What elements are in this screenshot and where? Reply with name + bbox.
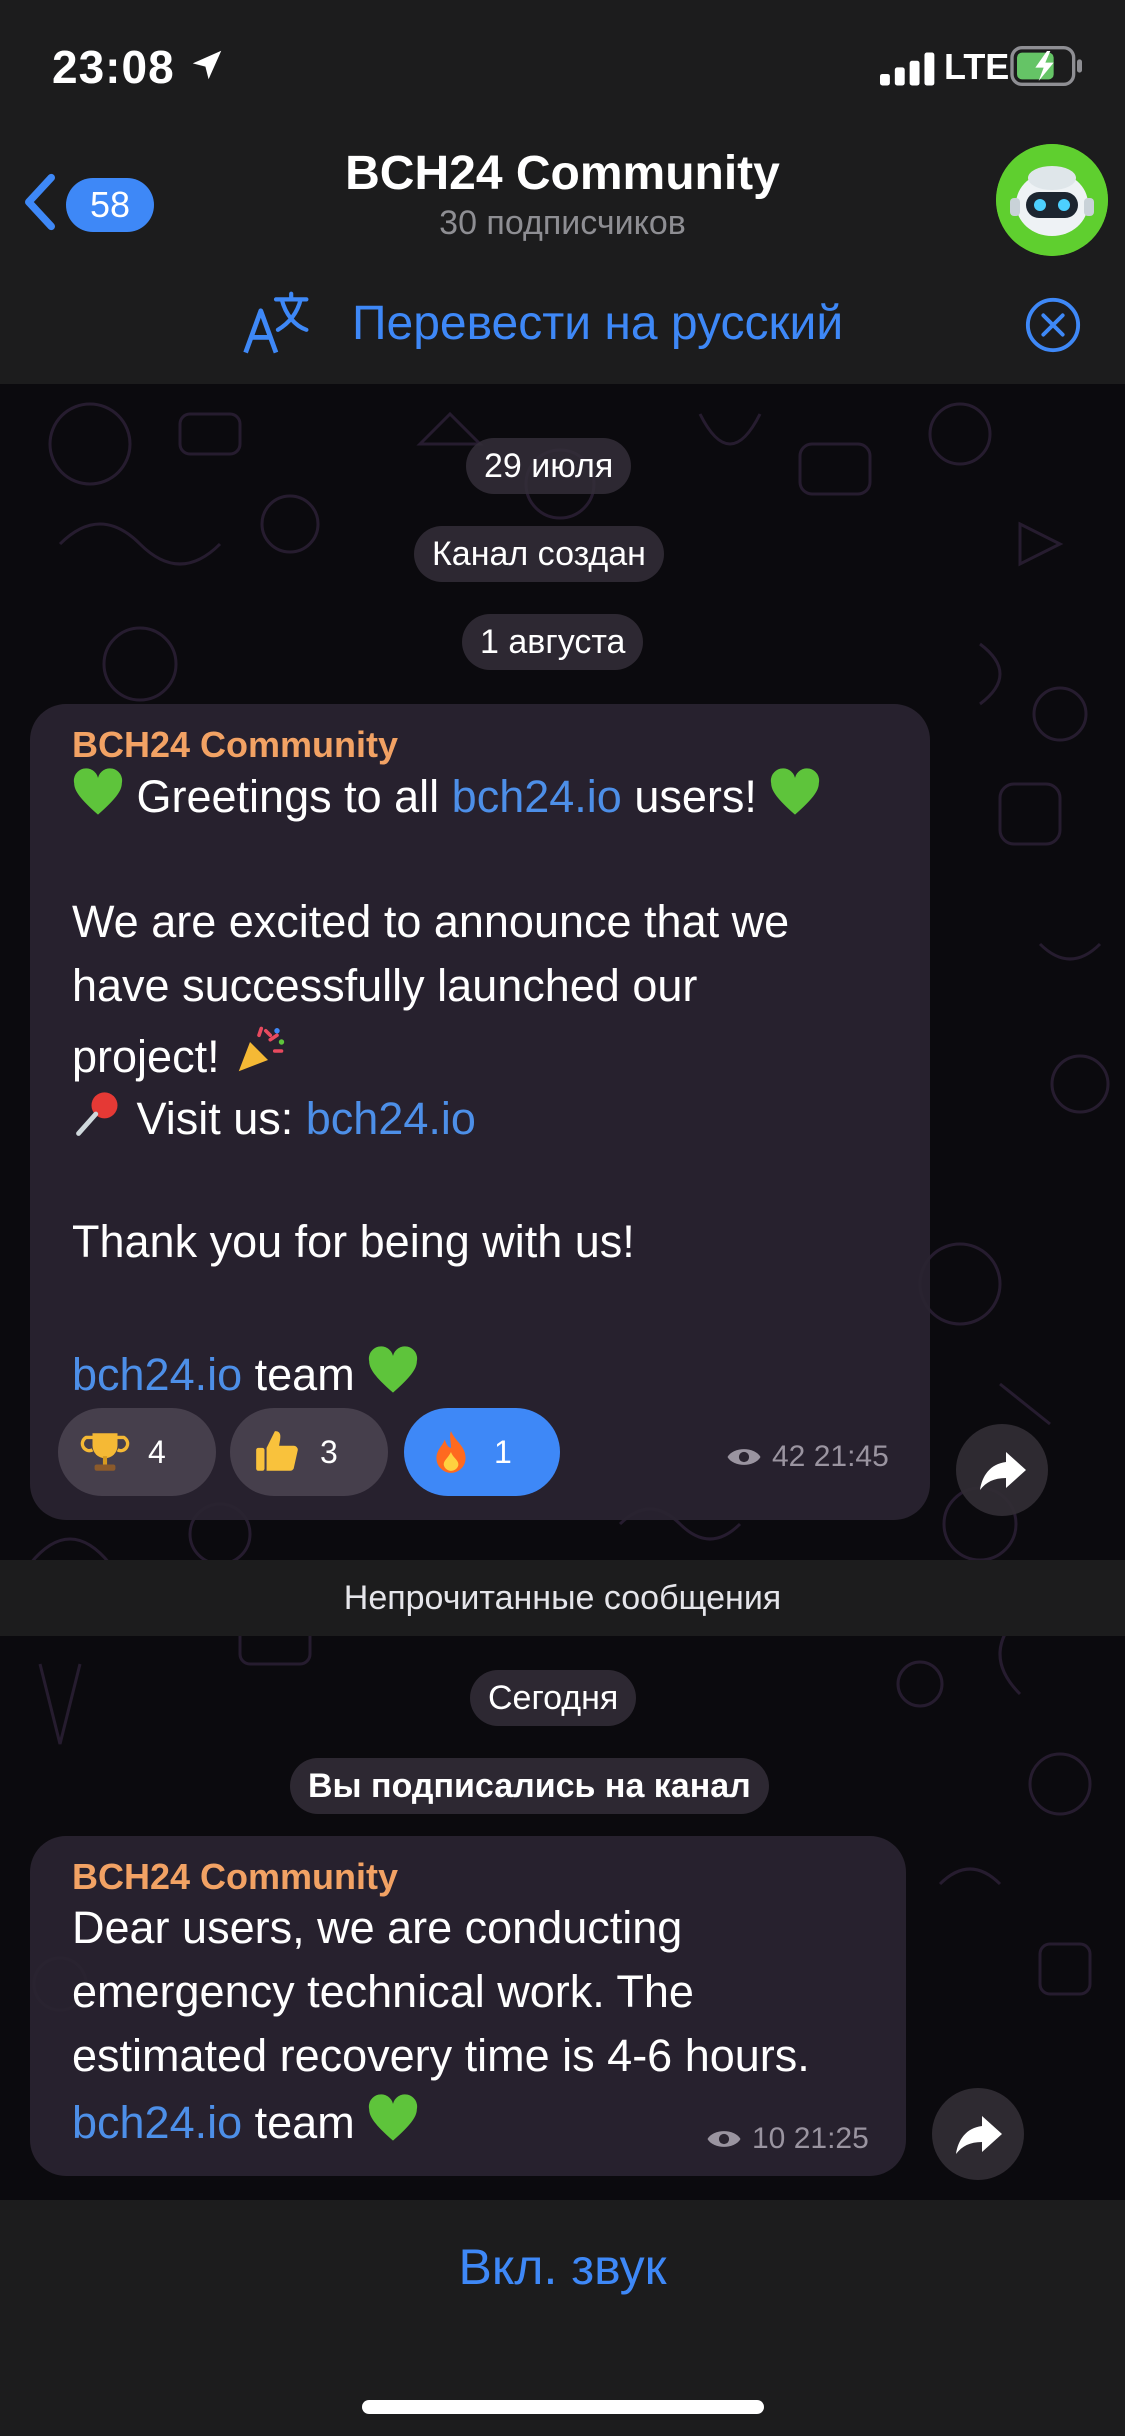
message-text: team xyxy=(242,2097,355,2148)
message-text-line: bch24.io team xyxy=(72,1346,419,1401)
green-heart-icon xyxy=(369,2094,418,2141)
share-button[interactable] xyxy=(932,2088,1024,2180)
share-button[interactable] xyxy=(956,1424,1048,1516)
signal-bars-icon xyxy=(880,52,935,86)
date-separator: Сегодня xyxy=(470,1670,637,1726)
reaction-count: 3 xyxy=(320,1433,338,1470)
forward-arrow-icon xyxy=(980,1452,1026,1490)
message-meta: 42 21:45 xyxy=(726,1440,889,1474)
status-bar: 23:08 LTE xyxy=(0,0,1125,140)
channel-avatar[interactable] xyxy=(996,144,1108,256)
status-time: 23:08 xyxy=(52,41,175,93)
link-bch24[interactable]: bch24.io xyxy=(72,2097,242,2148)
unread-messages-divider: Непрочитанные сообщения xyxy=(0,1560,1125,1636)
fire-icon xyxy=(436,1431,466,1473)
battery-charging-icon xyxy=(1010,46,1082,86)
location-arrow-icon xyxy=(192,50,222,80)
home-indicator[interactable] xyxy=(362,2400,764,2414)
message-text: users! xyxy=(621,771,757,822)
message-text: project! xyxy=(72,1031,220,1082)
translate-bar[interactable]: Перевести на русский xyxy=(0,266,1125,384)
message-meta: 10 21:25 xyxy=(706,2122,869,2156)
message-text-line: project! xyxy=(72,1024,286,1083)
bottom-bar: Вкл. звук xyxy=(0,2200,1125,2436)
green-heart-icon xyxy=(369,1346,418,1393)
chat-area[interactable]: 29 июля Канал создан 1 августа BCH24 Com… xyxy=(0,384,1125,2200)
thumbs-up-icon xyxy=(256,1431,298,1471)
link-bch24[interactable]: bch24.io xyxy=(306,1093,476,1144)
reaction-thumbs-up[interactable]: 3 xyxy=(230,1408,388,1496)
reaction-fire[interactable]: 1 xyxy=(404,1408,560,1496)
view-count: 10 xyxy=(752,2122,786,2155)
date-separator: 1 августа xyxy=(462,614,644,670)
translate-label[interactable]: Перевести на русский xyxy=(352,296,843,351)
channel-title[interactable]: BCH24 Community xyxy=(0,146,1125,201)
service-message: Вы подписались на канал xyxy=(290,1758,769,1814)
chat-header: 58 BCH24 Community 30 подписчиков xyxy=(0,140,1125,267)
message-author: BCH24 Community xyxy=(72,1856,399,1897)
reaction-count: 4 xyxy=(148,1433,166,1470)
forward-arrow-icon xyxy=(956,2116,1002,2154)
message-text-line: Dear users, we are conducting xyxy=(72,1902,683,1953)
service-message: Канал создан xyxy=(414,526,664,582)
message-text-line: estimated recovery time is 4-6 hours. xyxy=(72,2030,810,2081)
link-bch24[interactable]: bch24.io xyxy=(72,1349,242,1400)
close-icon[interactable] xyxy=(1024,296,1082,354)
message-text-line: We are excited to announce that we xyxy=(72,896,790,947)
message-text-line: have successfully launched our xyxy=(72,960,698,1011)
message-text: team xyxy=(242,1349,355,1400)
unmute-button[interactable]: Вкл. звук xyxy=(0,2238,1125,2296)
message-bubble[interactable]: BCH24 Community Greetings to all bch24.i… xyxy=(30,704,930,1520)
message-time: 21:25 xyxy=(793,2122,869,2155)
views-eye-icon xyxy=(727,1449,761,1465)
party-popper-icon xyxy=(238,1026,285,1072)
reaction-trophy[interactable]: 4 xyxy=(58,1408,216,1496)
message-text-line: Visit us: bch24.io xyxy=(72,1088,476,1145)
message-text: Greetings to all xyxy=(136,771,452,822)
translate-icon xyxy=(243,291,309,354)
message-author: BCH24 Community xyxy=(72,724,399,765)
message-bubble[interactable]: BCH24 Community Dear users, we are condu… xyxy=(30,1836,906,2176)
message-text-line: Thank you for being with us! xyxy=(72,1216,635,1267)
pushpin-icon xyxy=(76,1092,118,1136)
views-eye-icon xyxy=(707,2131,741,2147)
green-heart-icon xyxy=(771,768,820,815)
reaction-count: 1 xyxy=(494,1433,512,1470)
date-separator: 29 июля xyxy=(466,438,632,494)
message-text-line: emergency technical work. The xyxy=(72,1966,694,2017)
channel-subscriber-count: 30 подписчиков xyxy=(439,204,686,242)
message-time: 21:45 xyxy=(813,1440,889,1473)
green-heart-icon xyxy=(73,768,123,815)
message-text-line: Greetings to all bch24.io users! xyxy=(72,768,821,823)
network-type: LTE xyxy=(944,46,1010,87)
message-text-line: bch24.io team xyxy=(72,2094,419,2149)
message-text: Visit us: xyxy=(136,1093,306,1144)
view-count: 42 xyxy=(772,1440,806,1473)
link-bch24[interactable]: bch24.io xyxy=(452,771,622,822)
robot-avatar-icon xyxy=(996,144,1108,256)
trophy-icon xyxy=(80,1433,130,1471)
